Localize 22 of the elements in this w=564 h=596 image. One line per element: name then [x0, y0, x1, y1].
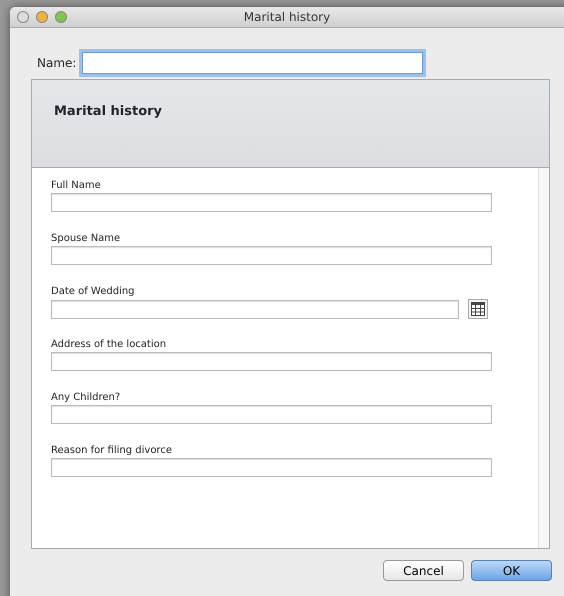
cancel-button[interactable]: Cancel	[383, 560, 464, 581]
name-field[interactable]	[82, 52, 424, 74]
field-label: Date of Wedding	[51, 285, 136, 299]
window-title: Marital history	[244, 9, 330, 26]
close-button[interactable]	[17, 11, 29, 23]
minimize-button[interactable]	[36, 11, 48, 23]
input-field[interactable]	[51, 193, 492, 212]
field-label: Any Children?	[51, 391, 122, 405]
input-field[interactable]	[51, 405, 492, 424]
field-label: Full Name	[51, 179, 102, 193]
input-field[interactable]	[51, 458, 492, 477]
field-label: Address of the location	[51, 338, 168, 352]
date-field[interactable]	[51, 300, 459, 318]
input-field[interactable]	[51, 352, 492, 371]
field-label: Reason for filing divorce	[51, 444, 173, 458]
input-field[interactable]	[51, 246, 492, 265]
calendar-icon[interactable]	[468, 299, 488, 319]
zoom-button[interactable]	[55, 11, 67, 23]
field-label: Spouse Name	[51, 232, 122, 246]
form-heading: Marital history	[54, 104, 162, 119]
field-label: Name:	[37, 55, 76, 72]
ok-button[interactable]: OK	[471, 560, 552, 581]
